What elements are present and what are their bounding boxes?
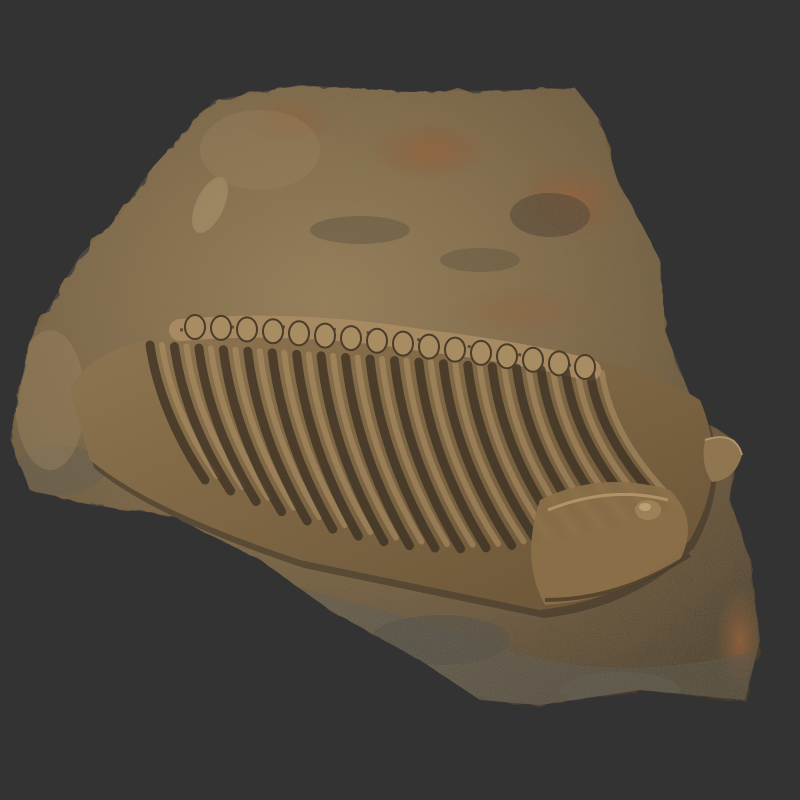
fossil-spine-knob bbox=[418, 333, 440, 360]
fossil-specimen-render bbox=[10, 85, 760, 705]
fossil-spine-knob bbox=[236, 316, 258, 343]
fossil-spine-knob bbox=[522, 346, 544, 373]
fossil-spine-knob bbox=[470, 339, 492, 366]
fossil-spine-knob bbox=[366, 327, 388, 354]
fossil-spine-knob bbox=[262, 318, 284, 345]
fossil-spine-knob bbox=[548, 350, 570, 377]
fossil-spine-knob bbox=[314, 322, 336, 349]
fossil-spine-knob bbox=[496, 343, 518, 370]
fossil-spine-knob bbox=[184, 314, 206, 340]
model-viewport[interactable] bbox=[0, 0, 800, 800]
fossil-spine-knob bbox=[340, 325, 362, 352]
rock-protrusion bbox=[703, 436, 743, 482]
fossil-spine-knob bbox=[288, 320, 310, 347]
fossil-spine-knob bbox=[210, 314, 232, 341]
fossil-spine-knob bbox=[444, 336, 466, 363]
fossil-spine-knob bbox=[392, 330, 414, 357]
fossil-spine-knob bbox=[574, 354, 596, 380]
